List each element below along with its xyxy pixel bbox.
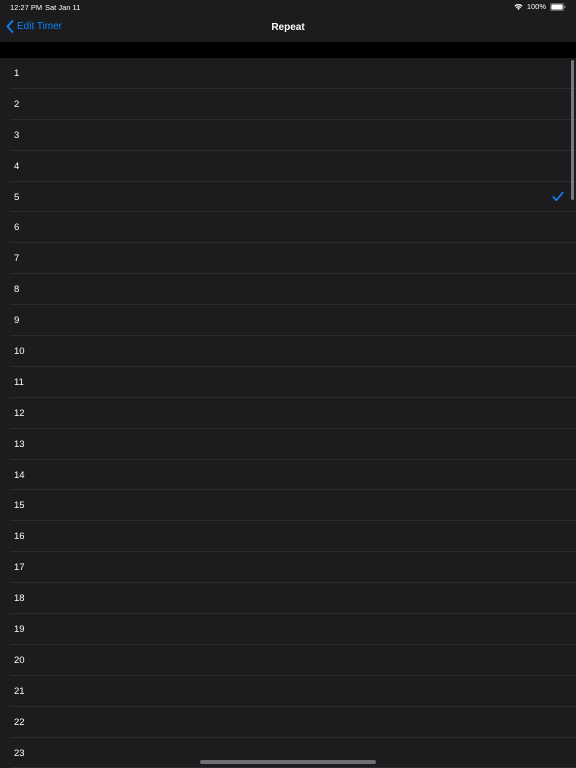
list-item[interactable]: 7 (0, 243, 576, 275)
list-item[interactable]: 4 (0, 151, 576, 182)
list-item-label: 20 (14, 654, 25, 666)
list-item-label: 23 (14, 747, 25, 759)
list-item-label: 15 (14, 500, 25, 512)
status-indicators: 100% (514, 2, 566, 11)
checkmark-icon (552, 191, 564, 201)
list-item[interactable]: 15 (0, 490, 576, 522)
repeat-options-list: 1 2 3 4 5 6 7 8 9 10 11 12 13 14 15 16 17 18 19 20 21 22 23 (0, 58, 576, 768)
navigation-bar: Edit Timer Repeat (0, 14, 576, 42)
status-bar: 12:27 PM Sat Jan 11 100% (0, 0, 576, 14)
list-item[interactable]: 20 (0, 645, 576, 676)
list-item-label: 16 (14, 531, 25, 543)
battery-percent: 100% (526, 2, 546, 11)
home-indicator[interactable] (200, 760, 376, 764)
list-item[interactable]: 21 (0, 676, 576, 707)
list-item[interactable]: 22 (0, 707, 576, 738)
list-item-label: 1 (14, 68, 20, 79)
status-time: 12:27 PM (10, 3, 43, 12)
list-item[interactable]: 14 (0, 460, 576, 491)
list-item-label: 11 (14, 376, 24, 388)
list-item[interactable]: 9 (0, 305, 576, 336)
list-item-label: 12 (14, 407, 25, 419)
list-item-label: 5 (14, 191, 20, 203)
list-item[interactable]: 12 (0, 398, 576, 429)
list-item-label: 21 (14, 685, 25, 697)
list-item[interactable]: 1 (0, 58, 576, 89)
scroll-indicator[interactable] (571, 60, 574, 200)
list-item[interactable]: 6 (0, 212, 576, 244)
list-item[interactable]: 17 (0, 552, 576, 584)
list-item[interactable]: 11 (0, 367, 576, 398)
list-item-label: 6 (14, 222, 20, 234)
list-item[interactable]: 3 (0, 120, 576, 151)
list-item-label: 13 (14, 438, 25, 450)
page-title: Repeat (271, 22, 305, 33)
list-item[interactable]: 18 (0, 583, 576, 614)
battery-icon (550, 2, 566, 11)
list-item-label: 3 (14, 129, 20, 141)
list-item-label: 7 (14, 253, 20, 265)
list-item[interactable]: 8 (0, 274, 576, 306)
list-item[interactable]: 10 (0, 336, 576, 367)
list-item[interactable]: 2 (0, 89, 576, 120)
list-item-label: 14 (14, 469, 25, 481)
list-item-label: 22 (14, 716, 25, 728)
section-header-spacer (0, 42, 576, 58)
list-item-label: 4 (14, 160, 20, 172)
list-item-label: 19 (14, 624, 25, 636)
wifi-icon (514, 3, 523, 10)
list-item[interactable]: 5 (0, 182, 576, 213)
list-item-label: 9 (14, 315, 20, 327)
status-date: Sat Jan 11 (45, 3, 81, 12)
list-item-label: 2 (14, 98, 20, 110)
list-item-label: 10 (14, 346, 25, 358)
list-item-label: 17 (14, 562, 25, 574)
list-item[interactable]: 19 (0, 614, 576, 645)
list-item[interactable]: 13 (0, 429, 576, 460)
list-item-label: 8 (14, 284, 20, 296)
list-item-label: 18 (14, 593, 25, 605)
list-item[interactable]: 16 (0, 521, 576, 553)
